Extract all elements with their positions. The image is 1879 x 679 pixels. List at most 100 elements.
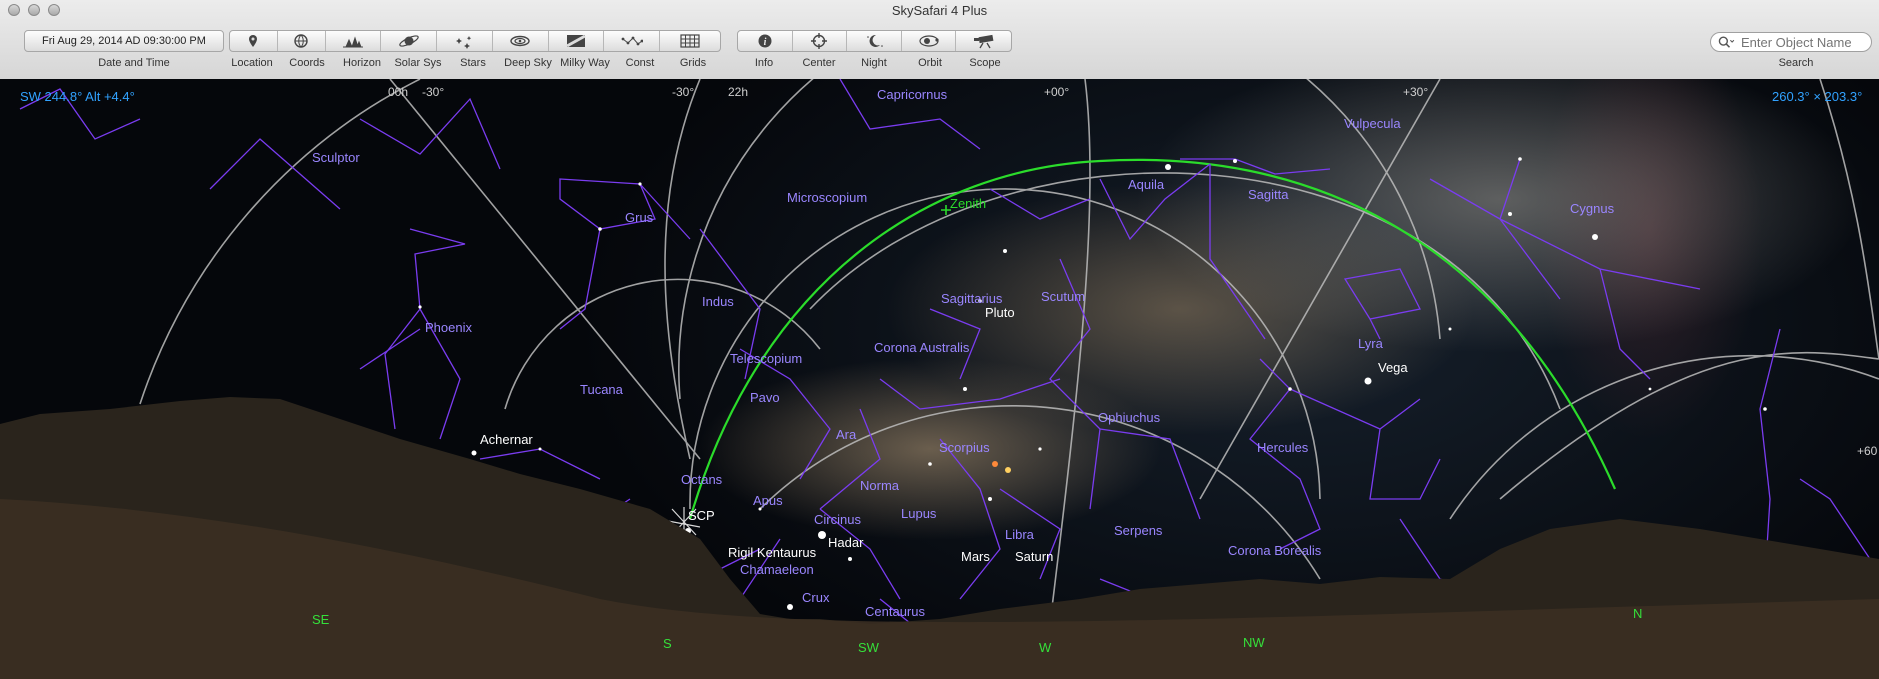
grids-button[interactable] xyxy=(660,31,720,51)
label-ophiuchus[interactable]: Ophiuchus xyxy=(1098,410,1160,425)
orbit-button[interactable] xyxy=(902,31,957,51)
label-octans[interactable]: Octans xyxy=(681,472,722,487)
coords-button[interactable] xyxy=(278,31,326,51)
label-scorpius[interactable]: Scorpius xyxy=(939,440,990,455)
search-field[interactable] xyxy=(1710,32,1872,52)
label-telescopium[interactable]: Telescopium xyxy=(730,351,802,366)
date-time-value: Fri Aug 29, 2014 AD 09:30:00 PM xyxy=(42,35,206,47)
grid-label-plus00: +00° xyxy=(1044,85,1070,99)
mars-marker xyxy=(992,461,998,467)
night-button[interactable] xyxy=(847,31,902,51)
label-corona-australis[interactable]: Corona Australis xyxy=(874,340,969,355)
stars-button[interactable] xyxy=(437,31,493,51)
info-button[interactable]: i xyxy=(738,31,793,51)
sky-chart-canvas xyxy=(0,79,1879,679)
info-icon: i xyxy=(758,34,772,48)
label-hercules[interactable]: Hercules xyxy=(1257,440,1308,455)
label-hadar[interactable]: Hadar xyxy=(828,535,863,550)
stars-icon xyxy=(455,36,471,49)
label-grus[interactable]: Grus xyxy=(625,210,653,225)
direction-sw: SW xyxy=(858,640,879,655)
label-mars[interactable]: Mars xyxy=(961,549,990,564)
field-of-view-readout: 260.3° × 203.3° xyxy=(1772,89,1863,104)
grid-label-plus30: +30° xyxy=(1403,85,1429,99)
grid-label-minus30-b: -30° xyxy=(672,85,695,99)
label-lyra[interactable]: Lyra xyxy=(1358,336,1383,351)
direction-se: SE xyxy=(312,612,330,627)
orbit-icon xyxy=(918,35,939,47)
direction-n: N xyxy=(1633,606,1643,621)
direction-s: S xyxy=(663,636,672,651)
location-pin-icon xyxy=(249,35,258,47)
label-centaurus[interactable]: Centaurus xyxy=(865,604,925,619)
milky-way-icon xyxy=(566,34,586,48)
label-libra[interactable]: Libra xyxy=(1005,527,1034,542)
label-norma[interactable]: Norma xyxy=(860,478,899,493)
label-scp[interactable]: SCP xyxy=(688,508,715,523)
label-apus[interactable]: Apus xyxy=(753,493,783,508)
skysafari-window: SkySafari 4 Plus Fri Aug 29, 2014 AD 09:… xyxy=(0,0,1879,679)
grids-label: Grids xyxy=(679,57,707,69)
label-capricornus[interactable]: Capricornus xyxy=(877,87,947,102)
grid-icon xyxy=(680,34,700,48)
toolbar: SkySafari 4 Plus Fri Aug 29, 2014 AD 09:… xyxy=(0,0,1879,80)
search-input[interactable] xyxy=(1741,34,1866,50)
scope-button[interactable] xyxy=(956,31,1011,51)
label-chamaeleon[interactable]: Chamaeleon xyxy=(740,562,814,577)
label-achernar[interactable]: Achernar xyxy=(480,432,533,447)
svg-text:i: i xyxy=(763,37,766,48)
milky-way-button[interactable] xyxy=(549,31,605,51)
label-vulpecula[interactable]: Vulpecula xyxy=(1344,116,1401,131)
label-ara[interactable]: Ara xyxy=(836,427,856,442)
label-cygnus[interactable]: Cygnus xyxy=(1570,201,1614,216)
sky-chart[interactable]: SW 244.8° Alt +4.4° 260.3° × 203.3° 00h … xyxy=(0,79,1879,679)
label-aquila[interactable]: Aquila xyxy=(1128,177,1164,192)
grid-label-00h: 00h xyxy=(388,85,409,99)
search-label: Search xyxy=(1778,57,1814,69)
label-sagittarius[interactable]: Sagittarius xyxy=(941,291,1002,306)
location-button[interactable] xyxy=(230,31,278,51)
label-sculptor[interactable]: Sculptor xyxy=(312,150,360,165)
planet-icon xyxy=(399,35,419,47)
label-circinus[interactable]: Circinus xyxy=(814,512,861,527)
label-indus[interactable]: Indus xyxy=(702,294,734,309)
date-time-control[interactable]: Fri Aug 29, 2014 AD 09:30:00 PM xyxy=(24,30,224,52)
label-lupus[interactable]: Lupus xyxy=(901,506,936,521)
grid-label-minus30: -30° xyxy=(422,85,445,99)
view-options-segmented xyxy=(229,30,721,52)
action-segmented: i xyxy=(737,30,1012,52)
pointing-readout: SW 244.8° Alt +4.4° xyxy=(20,89,135,104)
date-time-label: Date and Time xyxy=(98,57,170,69)
label-phoenix[interactable]: Phoenix xyxy=(425,320,472,335)
solar-sys-button[interactable] xyxy=(381,31,438,51)
label-vega[interactable]: Vega xyxy=(1378,360,1408,375)
label-sagitta[interactable]: Sagitta xyxy=(1248,187,1288,202)
scope-label: Scope xyxy=(969,57,1001,69)
grid-label-plus60: +60 xyxy=(1857,444,1878,458)
label-microscopium[interactable]: Microscopium xyxy=(787,190,867,205)
galaxy-icon xyxy=(510,35,530,47)
label-pluto[interactable]: Pluto xyxy=(985,305,1015,320)
coords-icon xyxy=(294,34,308,48)
window-title: SkySafari 4 Plus xyxy=(891,3,988,18)
label-pavo[interactable]: Pavo xyxy=(750,390,780,405)
direction-w: W xyxy=(1039,640,1052,655)
label-scutum[interactable]: Scutum xyxy=(1041,289,1085,304)
label-tucana[interactable]: Tucana xyxy=(580,382,623,397)
horizon-button[interactable] xyxy=(326,31,382,51)
moon-icon xyxy=(867,34,883,47)
constellation-icon xyxy=(621,36,643,46)
label-rigil-kentaurus[interactable]: Rigil Kentaurus xyxy=(728,545,816,560)
center-button[interactable] xyxy=(793,31,848,51)
horizon-icon xyxy=(343,36,363,48)
const-button[interactable] xyxy=(604,31,661,51)
grid-label-22h: 22h xyxy=(728,85,749,99)
label-zenith[interactable]: Zenith xyxy=(950,196,986,211)
crosshair-icon xyxy=(811,33,828,49)
label-saturn[interactable]: Saturn xyxy=(1015,549,1053,564)
magnifier-icon xyxy=(1718,36,1735,48)
label-serpens[interactable]: Serpens xyxy=(1114,523,1162,538)
label-crux[interactable]: Crux xyxy=(802,590,829,605)
label-corona-borealis[interactable]: Corona Borealis xyxy=(1228,543,1321,558)
deep-sky-button[interactable] xyxy=(493,31,549,51)
